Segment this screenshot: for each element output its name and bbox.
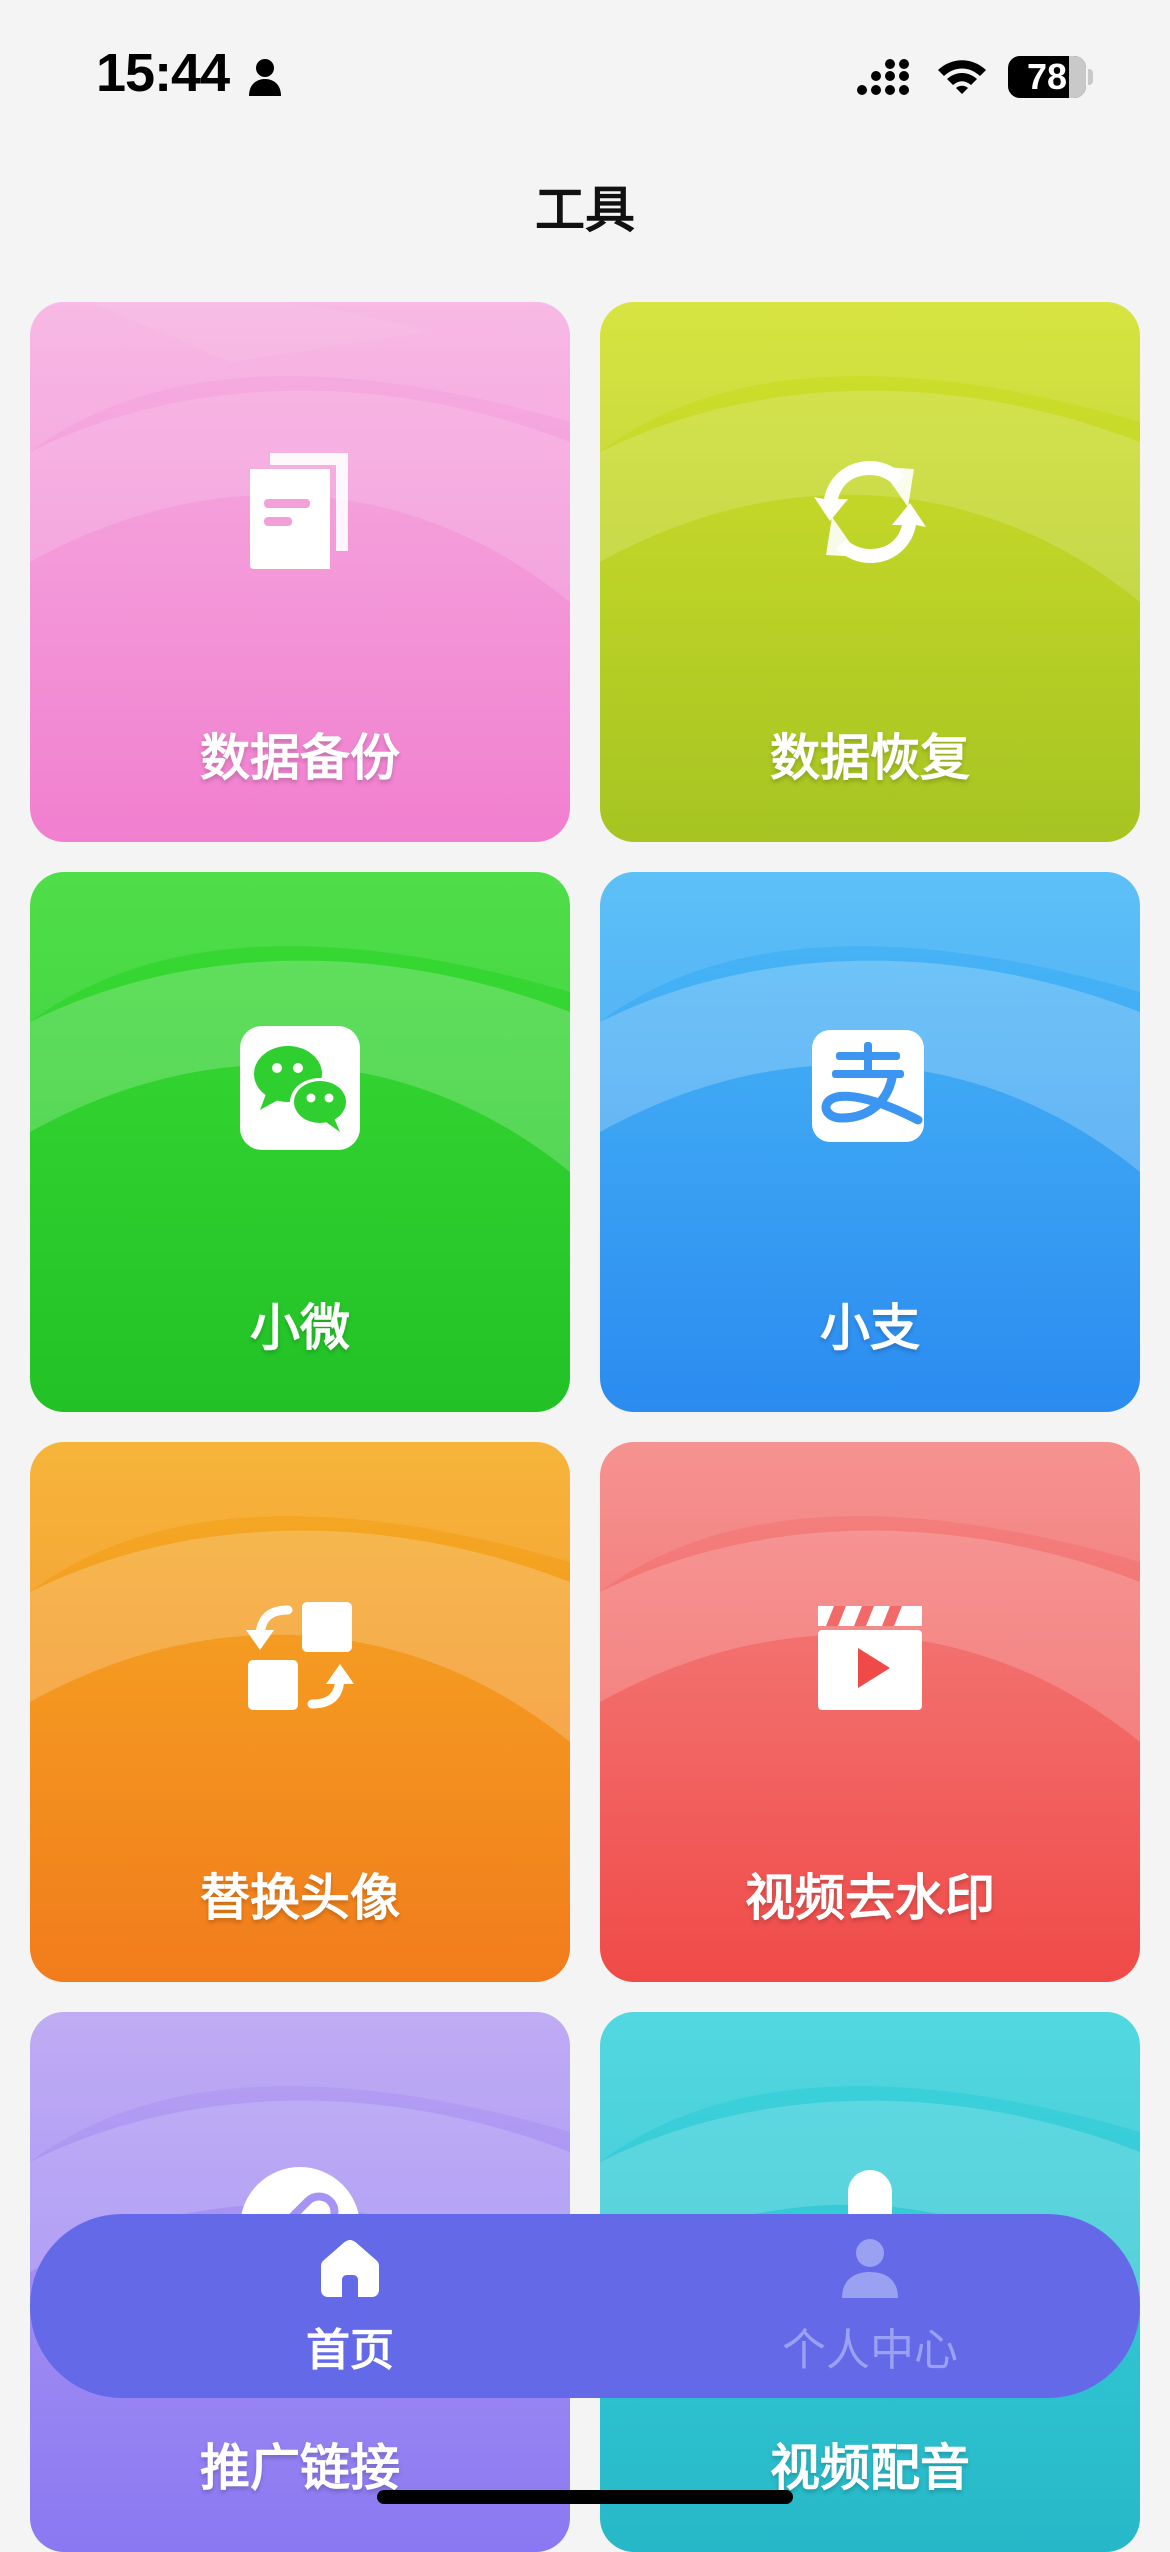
wifi-icon bbox=[938, 60, 986, 94]
refresh-icon bbox=[814, 461, 926, 563]
tile-replace-avatar[interactable]: 替换头像 bbox=[30, 1442, 570, 1982]
battery-percent: 78 bbox=[1026, 56, 1068, 97]
tab-profile[interactable]: 个人中心 bbox=[670, 2214, 1070, 2398]
tab-home[interactable]: 首页 bbox=[150, 2214, 550, 2398]
tab-label: 个人中心 bbox=[782, 2325, 958, 2376]
cellular-signal-icon bbox=[857, 59, 909, 95]
tile-label: 小微 bbox=[250, 1299, 350, 1357]
tile-label: 小支 bbox=[820, 1299, 920, 1357]
tile-label: 替换头像 bbox=[200, 1869, 400, 1927]
page-title: 工具 bbox=[535, 181, 635, 239]
person-icon bbox=[842, 2239, 898, 2298]
tile-label: 视频去水印 bbox=[745, 1869, 995, 1927]
tile-data-restore[interactable]: 数据恢复 bbox=[600, 302, 1140, 842]
alipay-icon bbox=[812, 1030, 924, 1142]
tile-alipay[interactable]: 小支 bbox=[600, 872, 1140, 1412]
battery-indicator: 78 bbox=[1008, 56, 1093, 100]
wechat-icon bbox=[240, 1026, 360, 1150]
status-bar: 15:44 78 bbox=[0, 0, 1170, 150]
tile-label: 数据备份 bbox=[200, 729, 400, 787]
tab-label: 首页 bbox=[306, 2325, 394, 2376]
document-copy-icon bbox=[250, 453, 348, 569]
video-clapper-icon bbox=[818, 1606, 922, 1710]
home-icon bbox=[321, 2240, 379, 2297]
tile-data-backup[interactable]: 数据备份 bbox=[30, 302, 570, 842]
tile-wechat[interactable]: 小微 bbox=[30, 872, 570, 1412]
home-indicator bbox=[377, 2490, 793, 2504]
tile-label: 数据恢复 bbox=[770, 729, 970, 787]
tile-remove-watermark[interactable]: 视频去水印 bbox=[600, 1442, 1140, 1982]
swap-icon bbox=[246, 1602, 354, 1710]
person-status-icon bbox=[249, 59, 281, 96]
status-time: 15:44 bbox=[96, 43, 230, 103]
bottom-tab-bar: 首页 个人中心 bbox=[30, 2214, 1140, 2398]
